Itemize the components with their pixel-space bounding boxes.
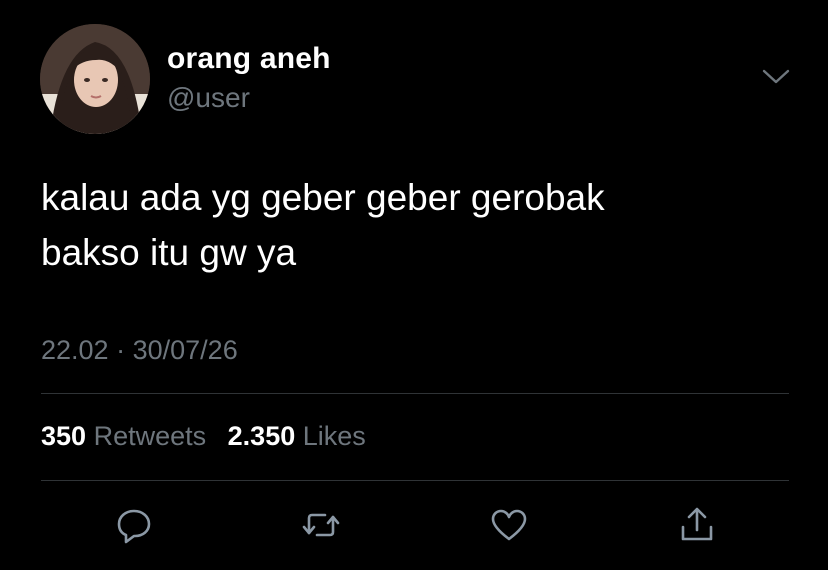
- user-handle[interactable]: @user: [167, 82, 250, 114]
- retweets-stat[interactable]: 350 Retweets: [41, 421, 206, 452]
- like-count: 2.350: [227, 421, 296, 451]
- divider: [41, 480, 789, 481]
- retweet-icon[interactable]: [299, 503, 343, 547]
- heart-icon[interactable]: [487, 503, 531, 547]
- like-label: Likes: [302, 421, 366, 451]
- divider: [41, 393, 789, 394]
- meta-separator: ·: [116, 335, 126, 365]
- tweet-card: orang aneh @user kalau ada yg geber gebe…: [0, 0, 828, 570]
- retweet-count: 350: [41, 421, 87, 451]
- engagement-stats: 350 Retweets 2.350 Likes: [41, 421, 380, 452]
- tweet-text-line: kalau ada yg geber geber gerobak: [41, 177, 605, 218]
- tweet-time: 22.02: [41, 335, 109, 365]
- likes-stat[interactable]: 2.350 Likes: [228, 421, 366, 452]
- chevron-down-icon[interactable]: [760, 66, 792, 88]
- retweet-label: Retweets: [93, 421, 207, 451]
- avatar[interactable]: [40, 24, 150, 134]
- tweet-text-line: bakso itu gw ya: [41, 232, 297, 273]
- avatar-image: [40, 24, 150, 134]
- tweet-timestamp[interactable]: 22.02 · 30/07/26: [41, 335, 238, 366]
- reply-icon[interactable]: [112, 503, 156, 547]
- display-name[interactable]: orang aneh: [167, 42, 331, 76]
- tweet-text: kalau ada yg geber geber gerobak bakso i…: [41, 170, 781, 280]
- tweet-date: 30/07/26: [132, 335, 238, 365]
- share-icon[interactable]: [675, 503, 719, 547]
